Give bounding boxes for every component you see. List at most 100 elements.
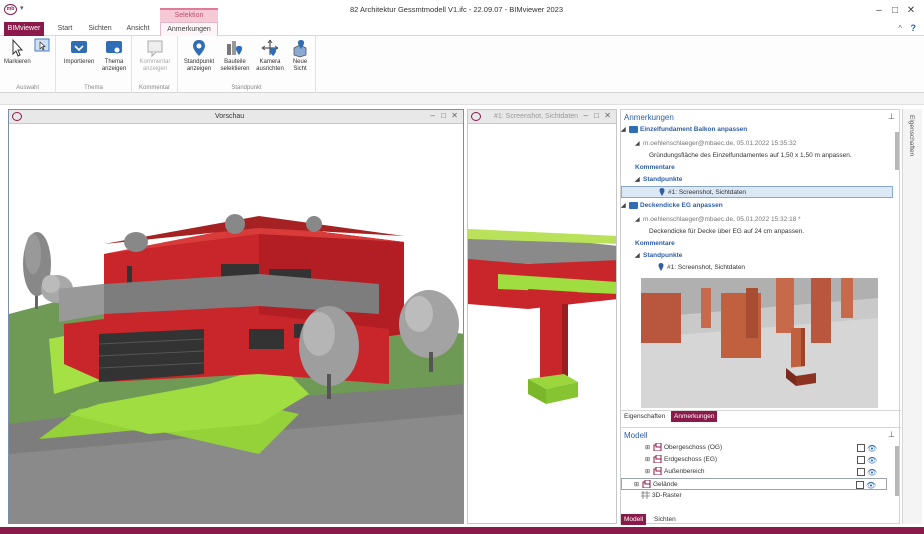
tree-item[interactable]: ⊞ Gelände 👁	[621, 478, 887, 490]
tab-eigenschaften[interactable]: Eigenschaften	[621, 411, 668, 422]
close-icon[interactable]: ✕	[451, 111, 458, 120]
tab-sichten-panel[interactable]: Sichten	[651, 514, 679, 525]
expand-arrow-icon[interactable]: ◢	[635, 214, 643, 226]
tree-item[interactable]: ⊞ Erdgeschoss (EG) 👁	[621, 454, 887, 466]
visibility-checkbox[interactable]	[857, 468, 865, 476]
expand-arrow-icon[interactable]: ◢	[635, 250, 643, 262]
group-kommentar: Kommentar anzeigen Kommentar	[132, 36, 178, 93]
expand-arrow-icon[interactable]: ◢	[635, 138, 643, 150]
kamera-label-2: ausrichten	[256, 66, 284, 72]
tree-item[interactable]: ⊞ Obergeschoss (OG) 👁	[621, 442, 887, 454]
close-button[interactable]: ✕	[904, 5, 918, 17]
screenshot-header: #1: Screenshot, Sichtdaten – □ ✕	[468, 110, 616, 124]
importieren-label: Importieren	[63, 59, 95, 65]
topic-meta[interactable]: ◢ m.oehlenschlaeger@mbaec.de, 05.01.2022 …	[621, 214, 893, 226]
topic-item[interactable]: ◢ Deckendicke EG anpassen	[621, 200, 893, 212]
kommentare-label: Kommentare	[635, 240, 675, 247]
standpunkt-label-1: Standpunkt	[183, 59, 215, 65]
status-bar	[0, 527, 924, 534]
tree-item-label: Gelände	[653, 481, 678, 488]
modell-title: Modell	[624, 431, 648, 440]
expand-arrow-icon[interactable]: ⊞	[645, 466, 653, 478]
location-pin-icon	[193, 40, 205, 56]
minimize-button[interactable]: –	[872, 5, 886, 17]
expand-arrow-icon[interactable]: ⊞	[645, 454, 653, 466]
ribbon-tab-row: BIMviewer Start Sichten Ansicht Anmerkun…	[0, 22, 924, 36]
kamera-ausrichten-button[interactable]: Kamera ausrichten	[254, 38, 286, 73]
topic-description[interactable]: Deckendicke für Decke über EG auf 24 cm …	[621, 226, 893, 238]
markieren-button[interactable]: Markieren	[4, 38, 31, 66]
topic-author: m.oehlenschlaeger@mbaec.de, 05.01.2022 1…	[643, 216, 801, 223]
app-logo-icon[interactable]: mb	[4, 4, 17, 15]
tree-item[interactable]: ⊞ Außenbereich 👁	[621, 466, 887, 478]
kommentar-label-1: Kommentar	[139, 59, 171, 65]
tab-ansicht[interactable]: Ansicht	[122, 22, 154, 36]
tab-bimviewer[interactable]: BIMviewer	[4, 22, 44, 36]
vorschau-title: Vorschau	[215, 113, 245, 120]
close-icon[interactable]: ✕	[604, 111, 611, 120]
tree-item[interactable]: 3D-Raster	[621, 490, 887, 502]
tab-anmerkungen-panel[interactable]: Anmerkungen	[671, 411, 718, 422]
tab-sichten[interactable]: Sichten	[84, 22, 116, 36]
expand-arrow-icon[interactable]: ◢	[635, 174, 643, 186]
anmerkungen-panel: Anmerkungen ⊥ ◢ Einzelfundament Balkon an…	[621, 110, 901, 410]
maximize-icon[interactable]: □	[441, 111, 446, 120]
topic-description[interactable]: Gründungsfläche des Einzelfundamentes au…	[621, 150, 893, 162]
screenshot-title: #1: Screenshot, Sichtdaten	[494, 113, 579, 120]
quick-access-dropdown-icon[interactable]: ▾	[20, 4, 24, 12]
standpunkte-label: Standpunkte	[643, 252, 683, 259]
minimize-icon[interactable]: –	[584, 111, 588, 120]
markieren-label: Markieren	[4, 59, 31, 65]
importieren-button[interactable]: Importieren	[62, 38, 96, 66]
neue-sicht-button[interactable]: Neue Sicht	[288, 38, 312, 73]
grid-icon	[641, 491, 650, 500]
pin-icon[interactable]: ⊥	[888, 430, 895, 439]
visibility-checkbox[interactable]	[857, 456, 865, 464]
scrollbar[interactable]	[895, 132, 899, 170]
topic-icon	[629, 125, 638, 133]
visibility-checkbox[interactable]	[857, 444, 865, 452]
standpunkt-label-2: anzeigen	[186, 66, 212, 72]
components-icon	[227, 41, 242, 55]
group-thema: Importieren Thema anzeigen Thema	[56, 36, 132, 93]
select-box-button[interactable]	[34, 38, 52, 52]
kommentar-anzeigen-button[interactable]: Kommentar anzeigen	[136, 38, 174, 73]
tab-modell[interactable]: Modell	[621, 514, 647, 525]
topic-meta[interactable]: ◢ m.oehlenschlaeger@mbaec.de, 05.01.2022 …	[621, 138, 893, 150]
3d-viewport-screenshot[interactable]	[468, 124, 617, 524]
collapse-ribbon-icon[interactable]: ^	[898, 24, 902, 33]
scrollbar[interactable]	[895, 446, 899, 496]
maximize-button[interactable]: □	[888, 5, 902, 17]
kommentar-label-2: anzeigen	[142, 66, 168, 72]
viewpoint-preview-image	[641, 278, 878, 408]
expand-arrow-icon[interactable]: ⊞	[645, 442, 653, 454]
thema-label-2: anzeigen	[101, 66, 127, 72]
kommentare-node[interactable]: Kommentare	[621, 238, 893, 250]
standpunkt-anzeigen-button[interactable]: Standpunkt anzeigen	[180, 38, 218, 73]
tab-anmerkungen[interactable]: Anmerkungen	[160, 22, 218, 36]
thema-anzeigen-button[interactable]: Thema anzeigen	[100, 38, 128, 73]
standpunkte-node[interactable]: ◢ Standpunkte	[621, 174, 893, 186]
tree-item-label: Außenbereich	[664, 468, 705, 475]
minimize-icon[interactable]: –	[431, 111, 435, 120]
visibility-checkbox[interactable]	[856, 481, 864, 489]
kommentare-label: Kommentare	[635, 164, 675, 171]
title-bar: mb ▾ Selektion 82 Architektur Gessmtmode…	[0, 0, 924, 22]
topic-item[interactable]: ◢ Einzelfundament Balkon anpassen	[621, 124, 893, 136]
standpunkte-node[interactable]: ◢ Standpunkte	[621, 250, 893, 262]
help-icon[interactable]: ?	[911, 23, 917, 33]
eigenschaften-side-tab[interactable]: Eigenschaften	[908, 115, 915, 156]
maximize-icon[interactable]: □	[594, 111, 599, 120]
anmerkungen-title: Anmerkungen	[624, 113, 674, 122]
kommentare-node[interactable]: Kommentare	[621, 162, 893, 174]
expand-arrow-icon[interactable]: ◢	[621, 200, 629, 212]
viewpoint-item[interactable]: #1: Screenshot, Sichtdaten	[621, 262, 893, 274]
tab-start[interactable]: Start	[52, 22, 78, 36]
bauteile-selektieren-button[interactable]: Bauteile selektieren	[220, 38, 250, 73]
expand-arrow-icon[interactable]: ◢	[621, 124, 629, 136]
viewpoint-item[interactable]: #1: Screenshot, Sichtdaten	[621, 186, 893, 198]
pin-icon[interactable]: ⊥	[888, 112, 895, 121]
3d-viewport[interactable]	[9, 124, 464, 524]
topic-icon	[106, 41, 122, 54]
thema-label-1: Thema	[104, 59, 124, 65]
